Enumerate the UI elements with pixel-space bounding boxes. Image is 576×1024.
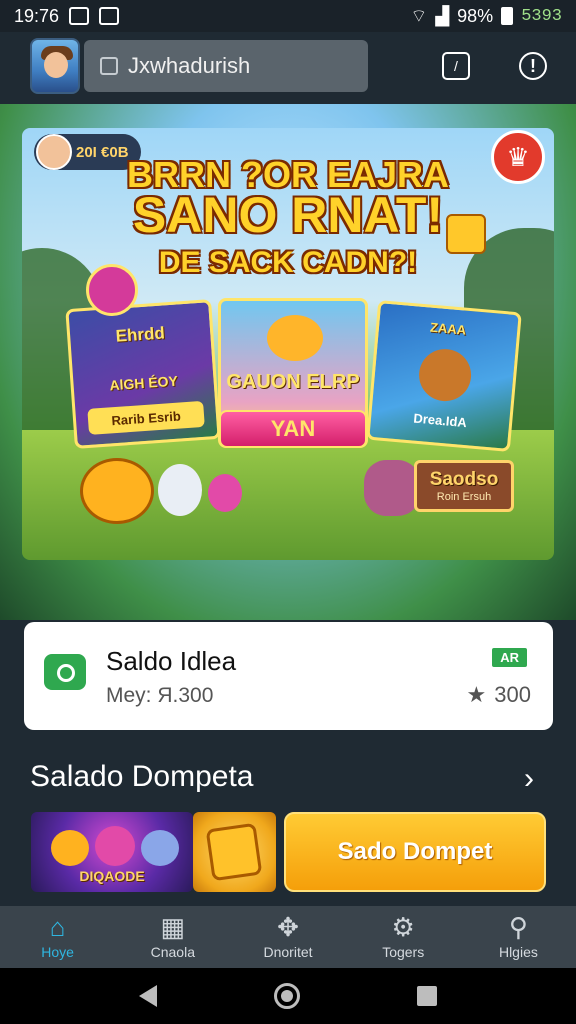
status-extra-text: 5393 (521, 6, 562, 26)
battery-percent: 98% (457, 5, 494, 26)
status-bar: 19:76 ⌔ ▟ 98% 5393 (0, 0, 576, 32)
balance-tag: AR (492, 648, 527, 667)
section-title: Salado Dompeta (30, 760, 254, 793)
nav-label-home: Hoye (41, 944, 74, 960)
card-right-pill: Drea.IdA (412, 410, 468, 430)
promo-creature-1 (51, 830, 89, 866)
notification-icon (69, 7, 90, 25)
info-button[interactable]: ! (519, 52, 547, 80)
nav-item-home[interactable]: ⌂ Hoye (0, 906, 115, 968)
clock-text: 19:76 (14, 5, 60, 26)
card-center-title: GAUON ELRP (226, 371, 360, 393)
grid-icon: ▦ (160, 912, 186, 942)
yan-button[interactable]: YAN (219, 410, 367, 448)
app-notification-icon (99, 7, 120, 25)
system-nav-bar (0, 968, 576, 1024)
banner-headline-2: SANO RNAT! (132, 187, 444, 243)
recent-apps-icon[interactable] (417, 986, 438, 1006)
balance-subtitle: Mey: Я.300 (106, 684, 214, 707)
card-left-subtitle: AlGH ÉOY (108, 372, 179, 394)
battery-icon (501, 7, 514, 25)
nav-label-settings: Togers (382, 944, 425, 960)
promo-thumbnail-label: DIQAODE (79, 868, 145, 884)
back-icon[interactable] (138, 985, 157, 1007)
card-right-character (416, 346, 474, 404)
sado-dompet-label: Sado Dompet (337, 838, 493, 865)
home-circle-icon[interactable] (273, 983, 300, 1009)
sado-dompet-button[interactable]: Sado Dompet (284, 812, 546, 892)
home-icon: ⌂ (49, 912, 66, 942)
banner-headline-3: DE SACK CADN?! (158, 246, 418, 279)
search-icon (100, 57, 118, 75)
signal-icon: ▟ (435, 5, 450, 26)
info-icon: ! (530, 55, 536, 76)
app-header: Jxwhadurish / ! (0, 32, 576, 104)
card-center-character (267, 315, 323, 361)
balance-card[interactable]: Saldo Idlea Mey: Я.300 AR ★ 300 (24, 622, 553, 730)
pink-orb-decoration (86, 264, 138, 316)
wifi-icon: ⌔ (410, 5, 428, 26)
game-card-right[interactable]: ZAAA Drea.IdA (366, 299, 522, 453)
search-input[interactable]: Jxwhadurish (84, 40, 368, 92)
card-left-title: Ehrdd (115, 323, 166, 346)
wallet-icon (44, 654, 86, 690)
promo-creature-3 (141, 830, 179, 866)
avatar[interactable] (30, 38, 80, 94)
star-icon: ★ (466, 682, 487, 707)
game-card-left[interactable]: Ehrdd AlGH ÉOY Rarib Esrib (65, 299, 221, 449)
sign-title: Saodso (429, 469, 499, 490)
balance-rating: ★ 300 (467, 682, 531, 708)
chevron-right-icon[interactable]: › (524, 762, 534, 796)
nav-item-grid[interactable]: ▦ Cnaola (115, 906, 230, 968)
gear-icon: ⚙ (391, 912, 415, 942)
pink-creature-decoration (208, 474, 242, 512)
search-text: Jxwhadurish (128, 53, 251, 78)
coin-icon (205, 822, 263, 882)
pink-beast-decoration (364, 460, 420, 516)
card-left-pill: Rarib Esrib (87, 400, 205, 435)
yan-button-label: YAN (270, 416, 316, 441)
card-right-title: ZAAA (429, 319, 467, 338)
nav-label-puzzle: Dnoritet (263, 944, 313, 960)
promo-creature-2 (95, 826, 135, 866)
nav-item-profile[interactable]: ⚲ Hlgies (461, 906, 576, 968)
notes-button[interactable]: / (442, 52, 470, 80)
nav-item-settings[interactable]: ⚙ Togers (346, 906, 461, 968)
promo-thumbnail[interactable]: DIQAODE (31, 812, 193, 892)
note-icon: / (454, 58, 458, 74)
balance-title: Saldo Idlea (106, 646, 237, 676)
sign-subtitle: Roin Ersuh (436, 491, 492, 503)
rating-value: 300 (494, 682, 531, 707)
promo-banner[interactable]: 20I €0B ♛ BRRN ?OR EAJRA SANO RNAT! DE S… (0, 104, 576, 620)
nav-label-profile: Hlgies (498, 944, 538, 960)
nav-label-grid: Cnaola (150, 944, 195, 960)
avatar-face (44, 52, 68, 78)
wooden-sign: Saodso Roin Ersuh (414, 460, 514, 512)
user-icon: ⚲ (508, 912, 528, 942)
bottom-nav: ⌂ Hoye ▦ Cnaola ✥ Dnoritet ⚙ Togers ⚲ Hl… (0, 906, 576, 968)
puzzle-icon: ✥ (277, 912, 299, 942)
yellow-creature-decoration (80, 458, 154, 524)
white-creature-decoration (158, 464, 202, 516)
promo-coin-tile[interactable] (193, 812, 276, 892)
nav-item-puzzle[interactable]: ✥ Dnoritet (230, 906, 345, 968)
gold-coin-decoration (446, 214, 486, 254)
